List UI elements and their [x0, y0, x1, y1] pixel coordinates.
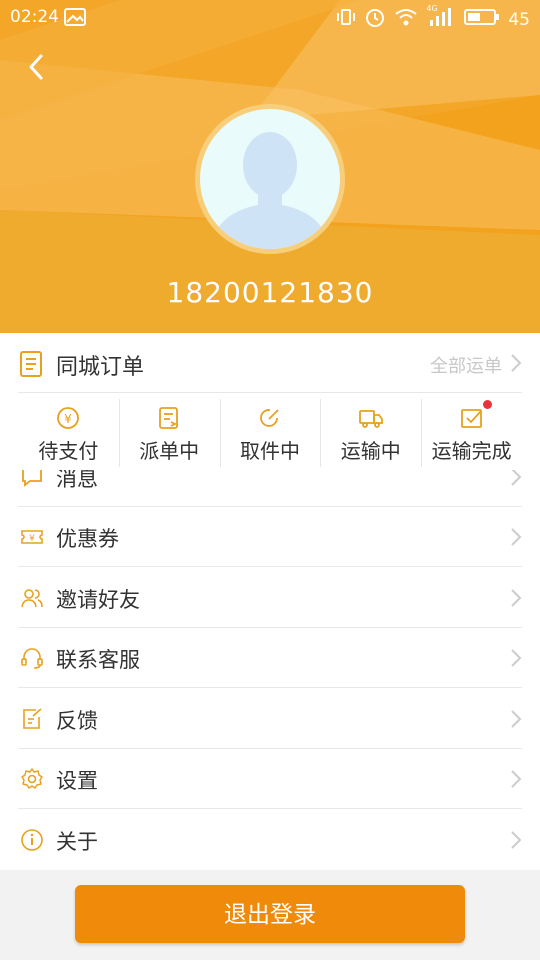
status-label: 取件中	[239, 439, 300, 463]
back-button[interactable]	[22, 50, 52, 84]
truck-icon	[358, 410, 383, 428]
order-list-icon	[20, 351, 42, 381]
chevron-right-icon	[511, 589, 522, 607]
headset-icon	[21, 648, 43, 669]
chevron-left-icon	[29, 54, 43, 80]
coupon-icon: ¥	[21, 530, 43, 544]
user-phone-number: 18200121830	[166, 276, 374, 309]
status-in-transit[interactable]: 运输中	[320, 399, 421, 467]
wifi-icon	[394, 7, 418, 32]
chevron-right-icon	[510, 353, 522, 377]
status-label: 运输完成	[431, 439, 512, 463]
menu-item-label: 邀请好友	[56, 588, 140, 612]
avatar[interactable]	[195, 104, 345, 254]
wallet-yuan-icon: ¥	[57, 407, 80, 429]
menu-item-label: 优惠券	[56, 527, 119, 551]
menu-item-label: 关于	[56, 830, 98, 854]
svg-text:¥: ¥	[65, 412, 73, 426]
vibrate-icon	[336, 7, 356, 32]
menu-item-messages[interactable]: 消息	[18, 470, 522, 507]
chevron-right-icon	[511, 470, 522, 486]
orders-header[interactable]: 同城订单 全部运单	[18, 333, 522, 393]
default-avatar-icon	[210, 132, 330, 249]
status-completed[interactable]: 运输完成	[421, 399, 522, 467]
menu-item-feedback[interactable]: 反馈	[18, 689, 522, 749]
battery-level: 45	[508, 9, 530, 30]
menu-item-settings[interactable]: 设置	[18, 749, 522, 809]
chevron-right-icon	[511, 528, 522, 546]
orders-card: 同城订单 全部运单 ¥ 待支付 派单中 取件中 运输中 运输完成	[0, 333, 540, 470]
invite-friends-icon	[21, 589, 43, 608]
info-icon	[21, 829, 43, 851]
check-box-icon	[460, 409, 482, 428]
chevron-right-icon	[511, 649, 522, 667]
menu-item-about[interactable]: 关于	[18, 810, 522, 870]
chevron-right-icon	[511, 770, 522, 788]
status-label: 待支付	[38, 439, 99, 463]
status-dispatching[interactable]: 派单中	[118, 399, 220, 467]
orders-title: 同城订单	[56, 355, 145, 380]
alarm-icon	[364, 6, 386, 33]
settings-menu: 消息 ¥ 优惠券 邀请好友 联系客服 反馈 设置 关于	[0, 470, 540, 870]
chevron-right-icon	[511, 710, 522, 728]
logout-button[interactable]: 退出登录	[75, 885, 465, 943]
status-pending-payment[interactable]: ¥ 待支付	[18, 399, 119, 467]
status-time: 02:24	[10, 7, 59, 27]
menu-item-label: 联系客服	[56, 648, 140, 672]
feedback-icon	[23, 708, 42, 729]
order-status-tabs: ¥ 待支付 派单中 取件中 运输中 运输完成	[18, 399, 522, 467]
signal-icon: 4G	[426, 4, 456, 32]
message-icon	[22, 470, 42, 487]
menu-item-label: 消息	[56, 470, 98, 491]
status-bar: 02:24 4G 45	[0, 0, 540, 34]
menu-item-label: 设置	[56, 769, 98, 793]
svg-text:¥: ¥	[29, 534, 35, 544]
network-type: 4G	[426, 4, 438, 13]
status-label: 运输中	[340, 439, 401, 463]
profile-header: 02:24 4G 45 18200121830	[0, 0, 540, 333]
menu-item-contact-support[interactable]: 联系客服	[18, 628, 522, 688]
status-label: 派单中	[139, 439, 200, 463]
pickup-edit-icon	[260, 409, 279, 427]
menu-item-label: 反馈	[56, 709, 98, 733]
menu-item-coupons[interactable]: ¥ 优惠券	[18, 507, 522, 567]
menu-item-invite-friends[interactable]: 邀请好友	[18, 568, 522, 628]
settings-gear-icon	[21, 768, 43, 789]
dispatch-doc-icon	[159, 407, 179, 429]
notification-badge	[483, 400, 493, 409]
status-picking-up[interactable]: 取件中	[219, 399, 321, 467]
chevron-right-icon	[511, 831, 522, 849]
image-notification-icon	[64, 8, 86, 31]
view-all-orders-link[interactable]: 全部运单	[430, 352, 502, 378]
battery-icon	[464, 8, 500, 31]
